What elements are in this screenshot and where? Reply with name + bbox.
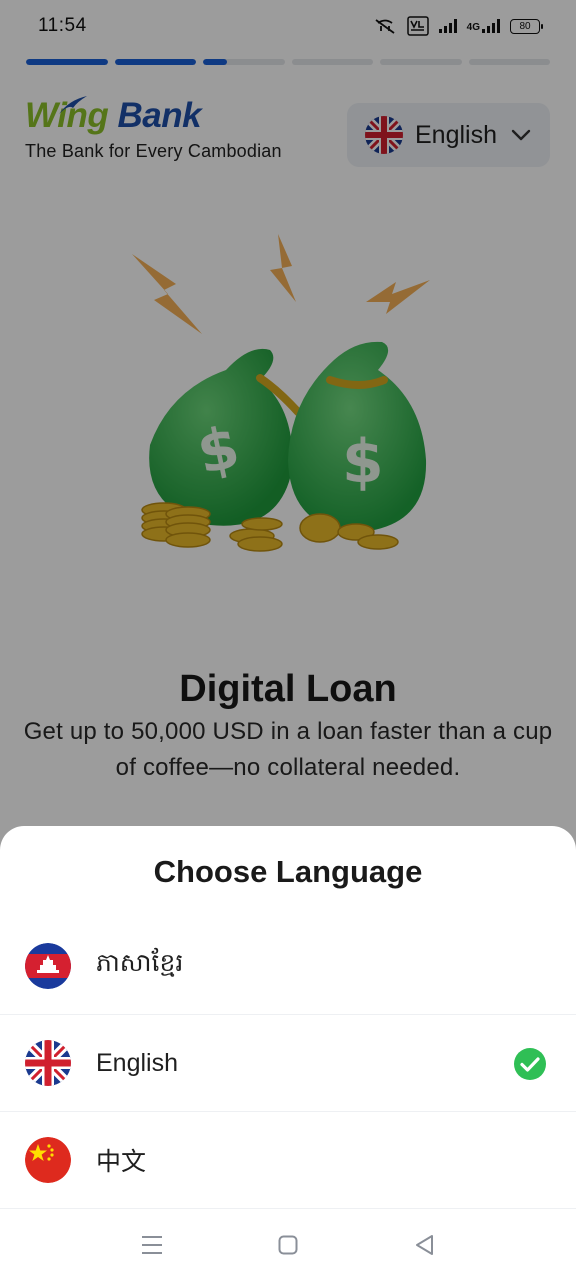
- choose-language-sheet: Choose Language ភាសាខ្មែរ English 中文: [0, 826, 576, 1280]
- language-option-label: English: [96, 1048, 178, 1077]
- language-option-label: ភាសាខ្មែរ: [96, 949, 184, 977]
- language-option-english[interactable]: English: [0, 1015, 576, 1112]
- home-icon[interactable]: [276, 1233, 300, 1257]
- china-flag-icon: [25, 1137, 71, 1183]
- screen: 11:54 4G 80 Wing Bank The Bank for Every…: [0, 0, 576, 1280]
- back-icon[interactable]: [412, 1233, 436, 1257]
- language-option-label: 中文: [96, 1148, 147, 1176]
- language-option-chinese[interactable]: 中文: [0, 1112, 576, 1209]
- cambodia-flag-icon: [25, 943, 71, 989]
- menu-icon[interactable]: [140, 1233, 164, 1257]
- sheet-title: Choose Language: [153, 854, 423, 889]
- system-nav-bar: [0, 1210, 576, 1280]
- language-option-khmer[interactable]: ភាសាខ្មែរ: [0, 918, 576, 1015]
- uk-flag-icon: [25, 1040, 71, 1086]
- selected-check-icon: [514, 1048, 546, 1080]
